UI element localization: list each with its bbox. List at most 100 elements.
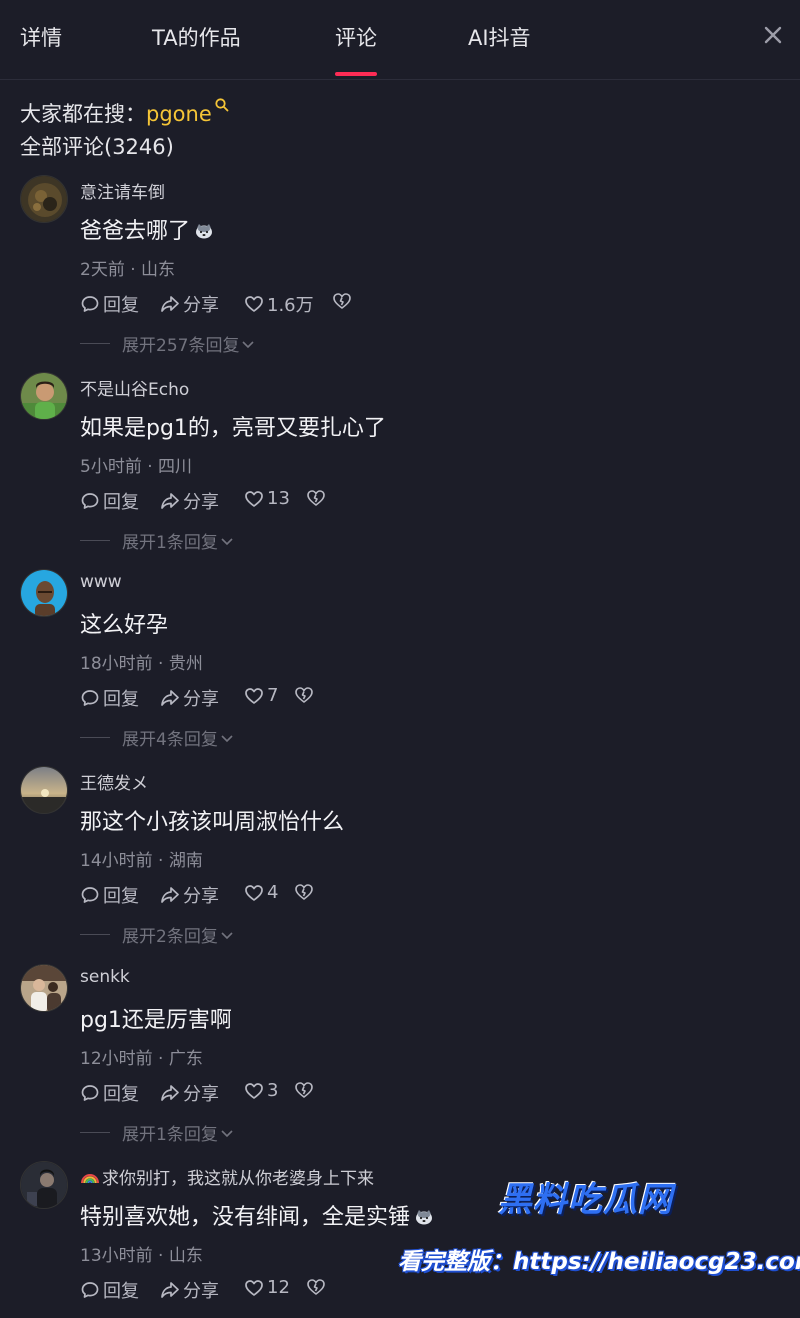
expand-replies-button[interactable]: 展开4条回复 <box>80 725 234 750</box>
broken-heart-icon <box>295 884 313 900</box>
share-icon <box>161 887 179 903</box>
dislike-button[interactable] <box>294 685 317 705</box>
comment-item: www 这么好孕 18小时前 · 贵州 回复 分享 7 展开4条回复 <box>0 569 800 766</box>
expand-replies-label: 展开257条回复 <box>122 336 240 356</box>
expand-divider <box>80 1132 110 1133</box>
dislike-button[interactable] <box>294 1080 317 1100</box>
search-icon[interactable] <box>214 94 230 112</box>
dislike-button[interactable] <box>332 291 355 311</box>
expand-replies-label: 展开2条回复 <box>122 927 218 947</box>
comment-username[interactable]: 求你别打，我这就从你老婆身上下来 <box>80 1164 374 1189</box>
search-suggestion-term[interactable]: pgone <box>146 102 212 126</box>
comment-text: 这么好孕 <box>80 613 169 638</box>
tab-comments[interactable]: 评论 <box>335 22 377 76</box>
comments-count: 全部评论(3246) <box>20 135 174 159</box>
share-icon <box>161 296 179 312</box>
avatar[interactable] <box>20 1161 68 1209</box>
reply-button[interactable]: 回复 <box>80 291 139 317</box>
reply-button[interactable]: 回复 <box>80 1080 139 1106</box>
heart-icon <box>245 1082 263 1099</box>
avatar[interactable] <box>20 372 68 420</box>
reply-button[interactable]: 回复 <box>80 882 139 908</box>
chevron-down-icon <box>221 931 233 939</box>
comment-username[interactable]: 不是山谷Echo <box>80 375 189 400</box>
like-button[interactable]: 7 <box>244 685 278 706</box>
search-suggestion-prefix: 大家都在搜： <box>20 102 146 126</box>
share-label: 分享 <box>183 492 219 513</box>
heart-icon <box>245 296 263 312</box>
top-tab-bar: 详情 TA的作品 评论 AI抖音 <box>0 0 800 80</box>
expand-divider <box>80 343 110 344</box>
watermark-brand: 黑料吃瓜网 <box>498 1180 673 1220</box>
reply-icon <box>81 690 99 706</box>
close-icon[interactable] <box>762 24 784 46</box>
like-button[interactable]: 3 <box>244 1080 278 1101</box>
share-button[interactable]: 分享 <box>160 291 219 317</box>
dislike-button[interactable] <box>306 1277 329 1297</box>
avatar[interactable] <box>20 964 68 1012</box>
like-count: 13 <box>267 488 290 509</box>
comment-meta: 18小时前 · 贵州 <box>80 654 203 674</box>
heart-icon <box>245 884 263 901</box>
watermark-overlay: 黑料吃瓜网 看完整版：https://heiliaocg23.com <box>398 1170 800 1300</box>
expand-replies-button[interactable]: 展开2条回复 <box>80 922 234 947</box>
share-label: 分享 <box>183 886 219 907</box>
heart-icon <box>245 1279 263 1296</box>
comment-text: 爸爸去哪了 <box>80 213 214 245</box>
tab-works[interactable]: TA的作品 <box>152 22 241 52</box>
reply-icon <box>81 1085 99 1101</box>
husky-emoji-icon <box>194 220 214 239</box>
like-button[interactable]: 12 <box>244 1277 290 1298</box>
like-button[interactable]: 13 <box>244 488 290 509</box>
avatar[interactable] <box>20 766 68 814</box>
reply-button[interactable]: 回复 <box>80 685 139 711</box>
avatar[interactable] <box>20 175 68 223</box>
comment-username[interactable]: senkk <box>80 967 130 987</box>
comment-meta: 12小时前 · 广东 <box>80 1049 203 1069</box>
tab-ai-douyin[interactable]: AI抖音 <box>468 22 531 52</box>
expand-replies-button[interactable]: 展开1条回复 <box>80 1120 234 1145</box>
comment-item: 不是山谷Echo 如果是pg1的，亮哥又要扎心了 5小时前 · 四川 回复 分享… <box>0 372 800 569</box>
comment-meta: 14小时前 · 湖南 <box>80 851 203 871</box>
broken-heart-icon <box>333 293 351 309</box>
broken-heart-icon <box>295 687 313 703</box>
expand-divider <box>80 540 110 541</box>
broken-heart-icon <box>307 490 325 506</box>
comment-text-body: 爸爸去哪了 <box>80 219 191 244</box>
comment-username[interactable]: 王德发メ <box>80 769 148 794</box>
share-button[interactable]: 分享 <box>160 488 219 514</box>
comment-text: 如果是pg1的，亮哥又要扎心了 <box>80 416 386 441</box>
rainbow-icon <box>80 1169 100 1184</box>
comment-text: pg1还是厉害啊 <box>80 1008 232 1033</box>
comment-item: 意注请车倒 爸爸去哪了 2天前 · 山东 回复 分享 1.6万 展开257条回复 <box>0 175 800 372</box>
reply-button[interactable]: 回复 <box>80 1277 139 1303</box>
expand-replies-button[interactable]: 展开1条回复 <box>80 528 234 553</box>
comment-text-body: 特别喜欢她，没有绯闻，全是实锤 <box>80 1205 411 1230</box>
like-button[interactable]: 1.6万 <box>244 291 314 317</box>
dislike-button[interactable] <box>306 488 329 508</box>
reply-icon <box>81 887 99 903</box>
share-button[interactable]: 分享 <box>160 1080 219 1106</box>
reply-button[interactable]: 回复 <box>80 488 139 514</box>
expand-divider <box>80 934 110 935</box>
expand-replies-button[interactable]: 展开257条回复 <box>80 331 255 356</box>
reply-icon <box>81 493 99 509</box>
heart-icon <box>245 490 263 507</box>
tab-details[interactable]: 详情 <box>20 22 62 52</box>
chevron-down-icon <box>221 1129 233 1137</box>
share-label: 分享 <box>183 295 219 316</box>
reply-icon <box>81 1282 99 1298</box>
like-button[interactable]: 4 <box>244 882 278 903</box>
comment-username[interactable]: 意注请车倒 <box>80 178 165 203</box>
avatar[interactable] <box>20 569 68 617</box>
share-button[interactable]: 分享 <box>160 882 219 908</box>
share-button[interactable]: 分享 <box>160 1277 219 1303</box>
share-label: 分享 <box>183 689 219 710</box>
comment-item: senkk pg1还是厉害啊 12小时前 · 广东 回复 分享 3 展开1条回复 <box>0 964 800 1161</box>
share-icon <box>161 1085 179 1101</box>
like-count: 4 <box>267 882 279 903</box>
comment-username-text: 求你别打，我这就从你老婆身上下来 <box>102 1169 374 1189</box>
comment-username[interactable]: www <box>80 572 122 592</box>
dislike-button[interactable] <box>294 882 317 902</box>
share-button[interactable]: 分享 <box>160 685 219 711</box>
